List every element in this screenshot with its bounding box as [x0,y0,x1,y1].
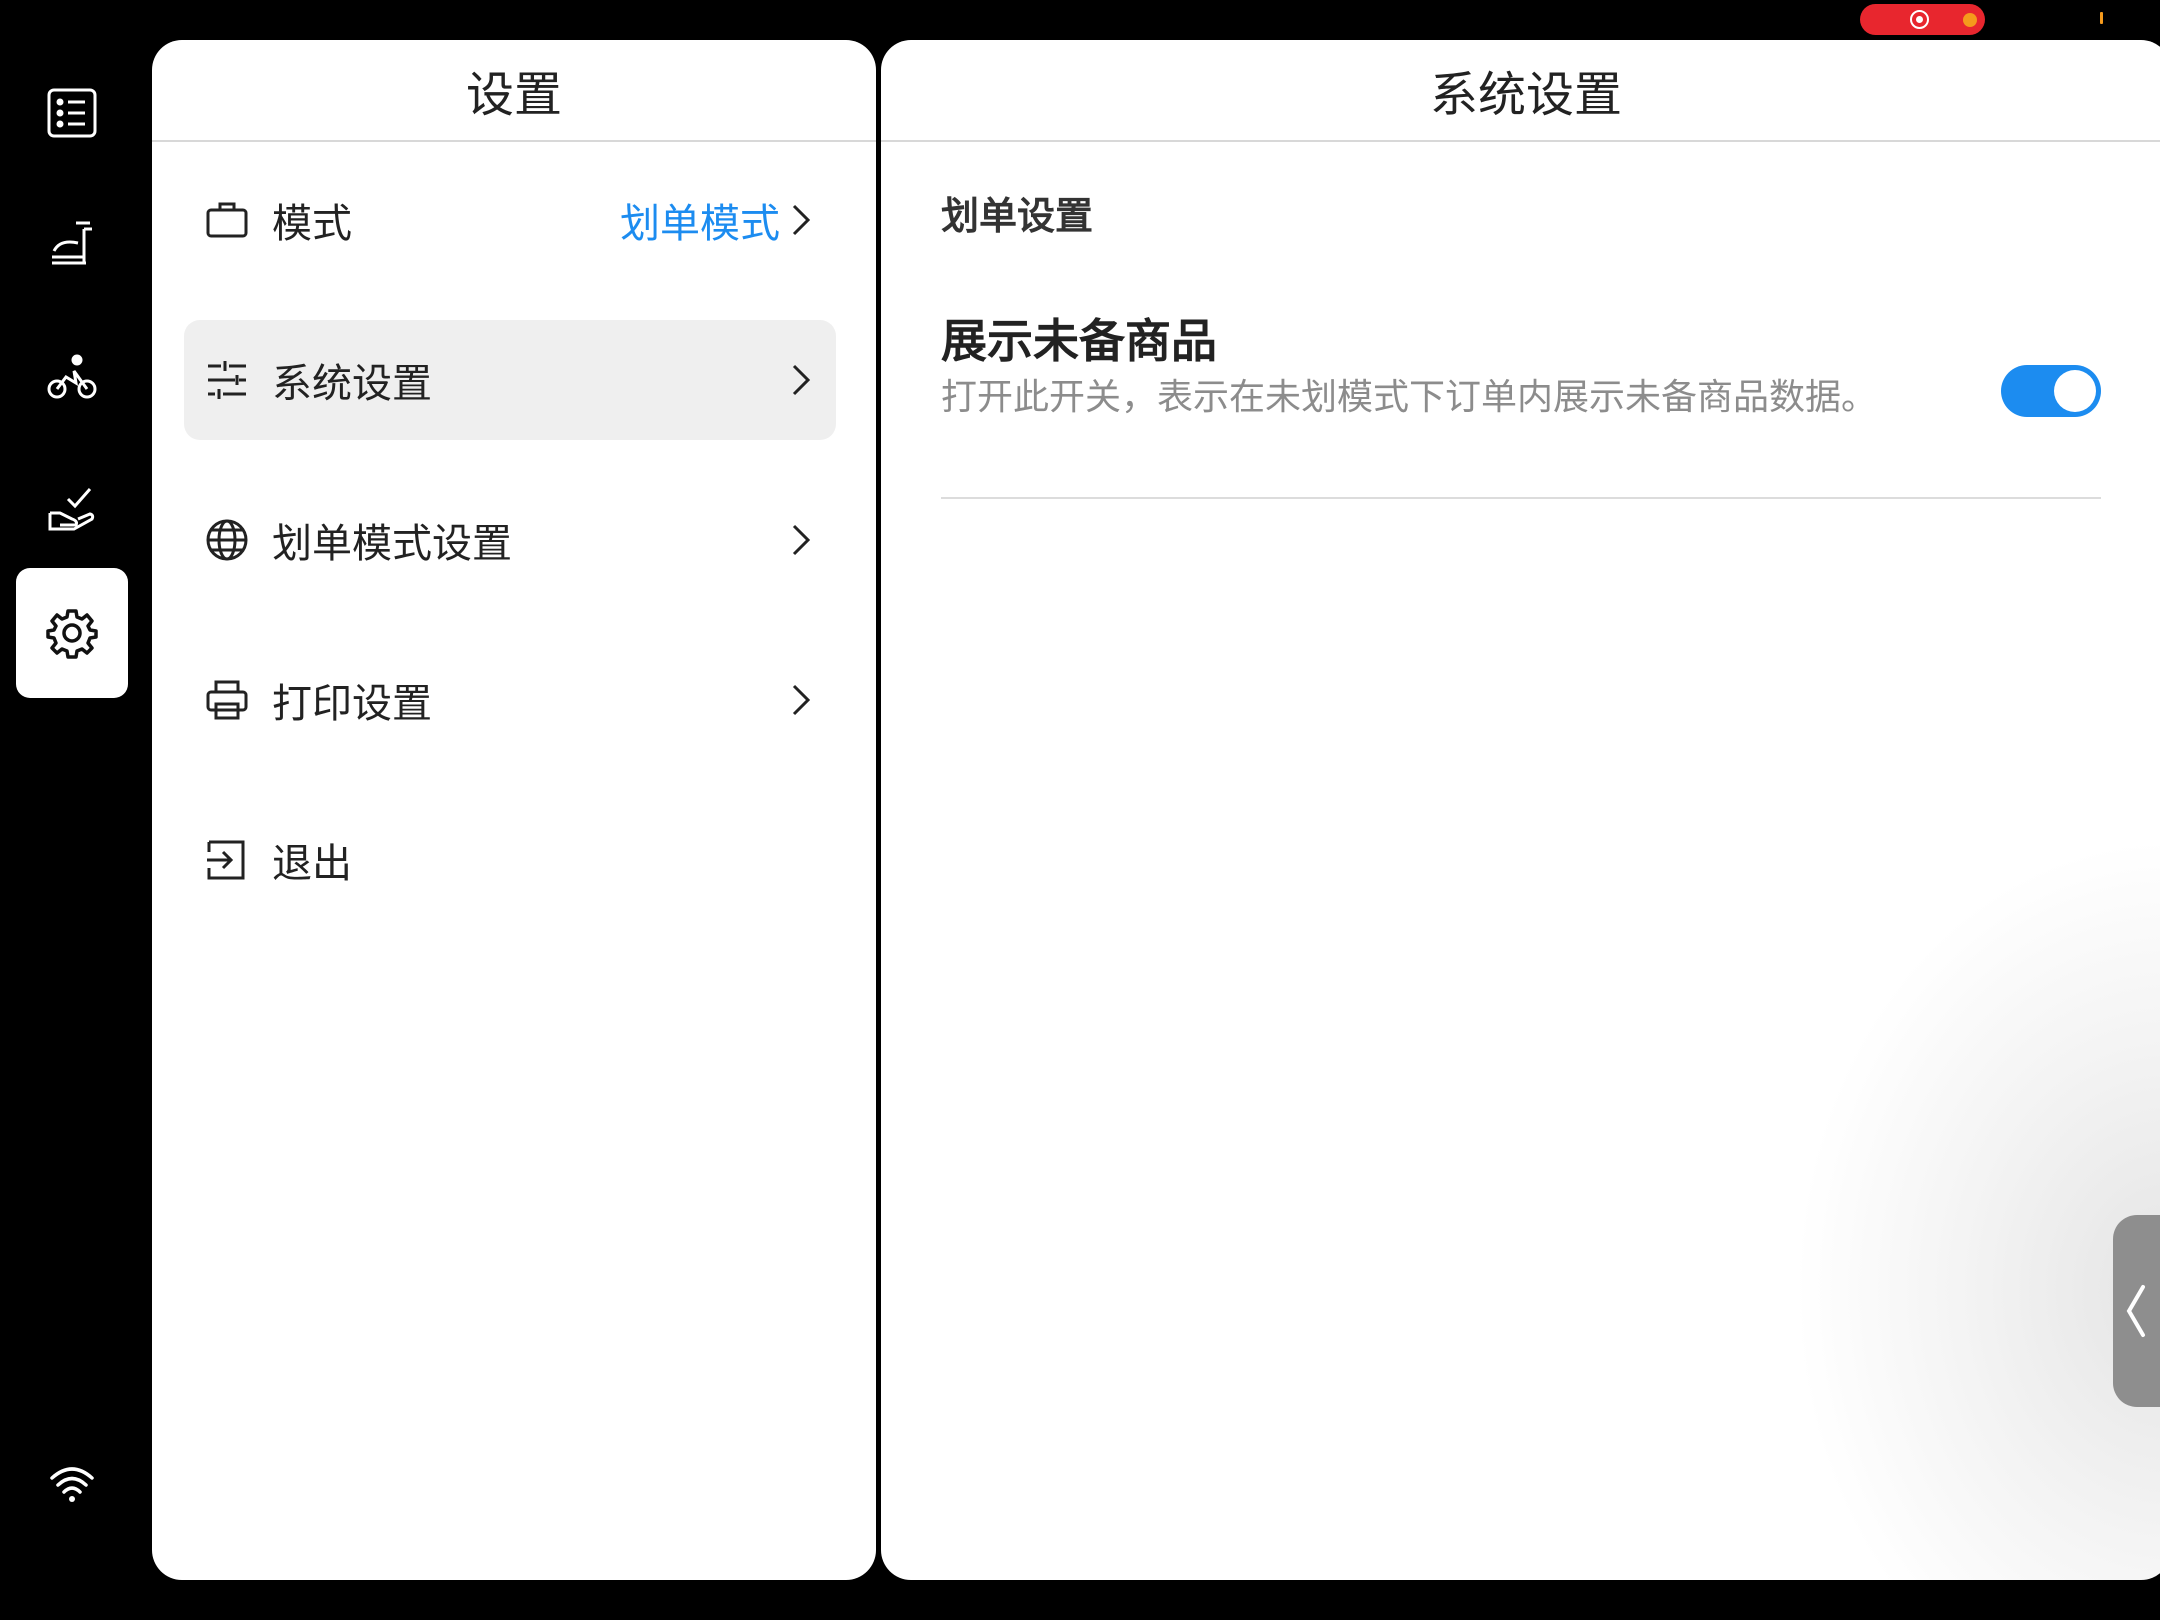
menu-item-logout[interactable]: 退出 [184,800,836,920]
setting-title: 展示未备商品 [941,314,1217,368]
globe-icon [204,517,250,563]
wifi-icon [50,1467,94,1502]
battery-indicator [2100,12,2103,24]
logout-icon [204,837,250,883]
record-icon [1910,10,1929,29]
menu-item-label: 退出 [272,841,352,887]
menu-item-system-settings[interactable]: 系统设置 [184,320,836,440]
chevron-right-icon [786,200,816,240]
setting-description: 打开此开关，表示在未划模式下订单内展示未备商品数据。 [941,377,1878,418]
menu-item-label: 系统设置 [272,361,432,407]
chevron-right-icon [786,520,816,560]
printer-icon [204,677,250,723]
menu-item-label: 模式 [272,201,352,247]
section-title: 划单设置 [941,194,1094,238]
menu-item-print-settings[interactable]: 打印设置 [184,640,836,760]
rail-serve-button[interactable] [16,189,128,301]
briefcase-icon [204,197,250,243]
list-icon [47,88,97,138]
rail-delivery-button[interactable] [16,321,128,433]
privacy-indicator-dot [1963,13,1977,27]
show-unprepared-toggle[interactable] [2001,365,2101,417]
mode-value: 划单模式 [620,201,780,247]
side-panel-handle[interactable] [2113,1215,2160,1407]
menu-item-label: 划单模式设置 [272,521,512,567]
menu-item-label: 打印设置 [272,681,432,727]
rail-orders-button[interactable] [16,57,128,169]
chevron-right-icon [786,360,816,400]
kitchen-serve-icon [52,221,92,265]
settings-menu-panel: 设置 模式 划单模式 系统设置 划单模式设置 打印设置 退出 [152,40,876,1580]
rail-handover-button[interactable] [16,453,128,565]
chevron-right-icon [786,680,816,720]
toggle-knob [2054,370,2096,412]
system-settings-panel: 系统设置 划单设置 展示未备商品 打开此开关，表示在未划模式下订单内展示未备商品… [881,40,2160,1580]
rail-settings-button[interactable] [16,568,128,698]
gear-icon [46,609,98,659]
chevron-left-icon [2126,1285,2145,1337]
divider [941,497,2101,499]
hand-check-icon [48,488,95,531]
settings-panel-title: 设置 [152,40,876,142]
sliders-icon [204,357,250,403]
menu-item-mode[interactable]: 模式 划单模式 [184,160,836,280]
rail-wifi-status [16,1428,128,1540]
menu-item-scan-mode-settings[interactable]: 划单模式设置 [184,480,836,600]
delivery-bike-icon [47,354,97,399]
system-settings-title: 系统设置 [881,40,2160,142]
